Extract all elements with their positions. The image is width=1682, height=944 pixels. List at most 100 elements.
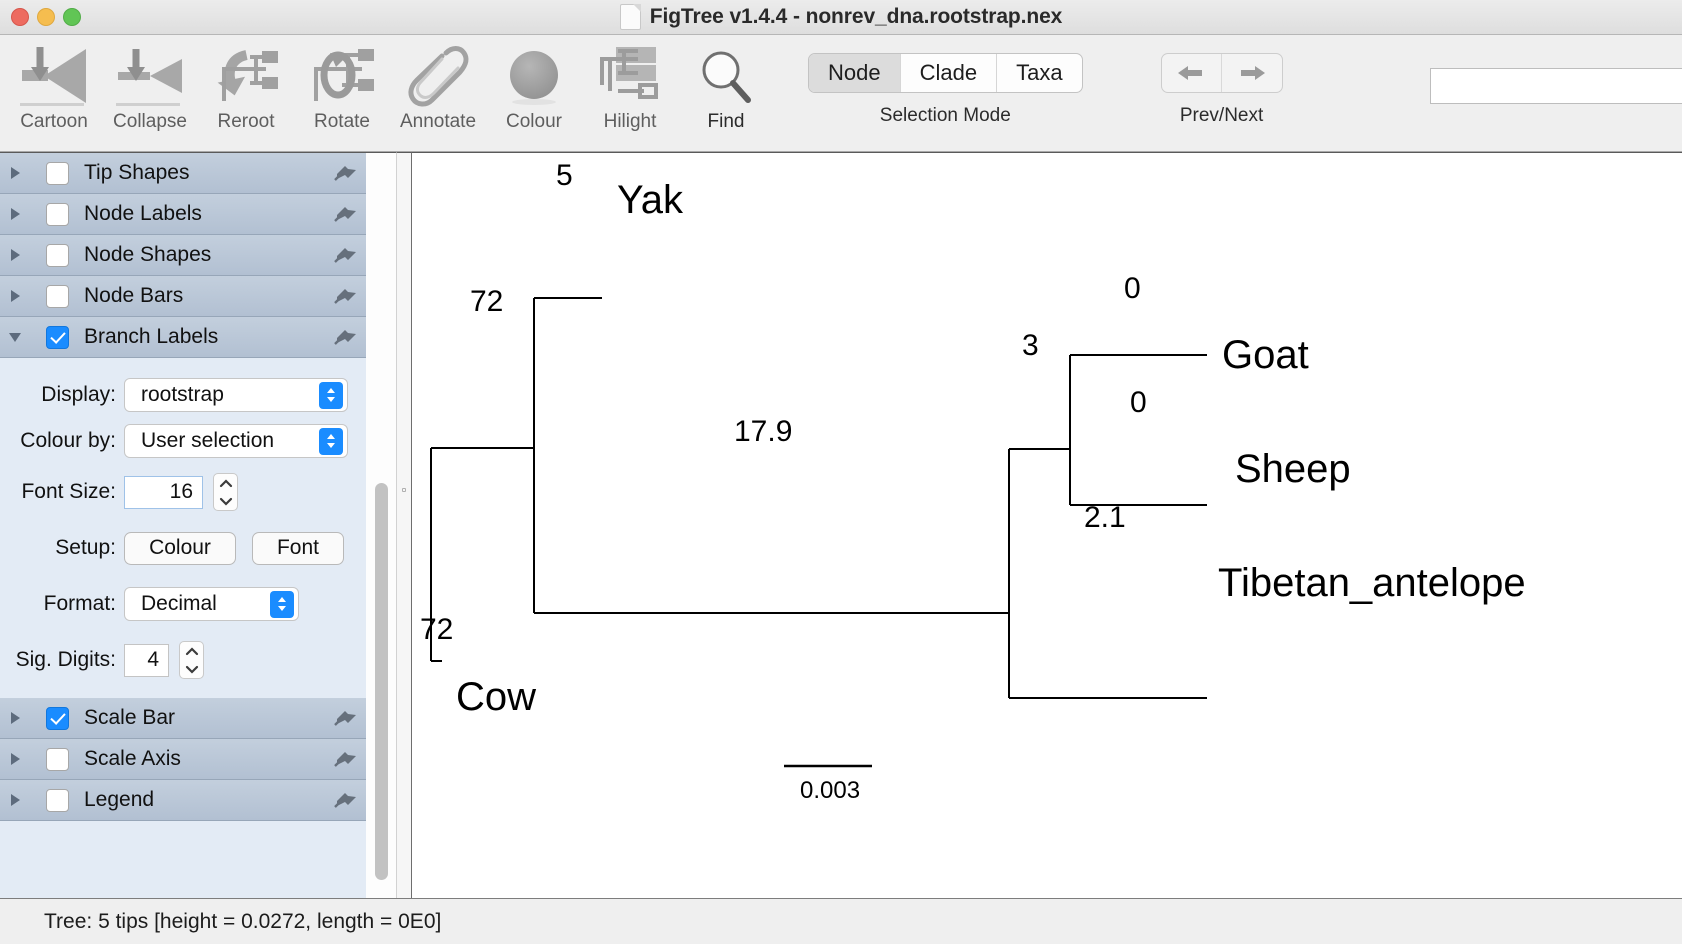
next-button[interactable] <box>1222 54 1282 92</box>
tree-branches <box>429 296 1207 700</box>
pin-icon[interactable] <box>326 327 366 347</box>
panel-splitter[interactable] <box>396 152 412 898</box>
sidebar-section-legend[interactable]: Legend <box>0 780 366 821</box>
checkbox-branch-labels[interactable] <box>46 325 69 349</box>
checkbox-scale-bar[interactable] <box>46 706 69 730</box>
sig-digits-row: Sig. Digits: 4 <box>0 632 366 688</box>
stepper-up-icon <box>219 478 232 487</box>
toolbar-button-reroot[interactable]: Reroot <box>198 35 294 151</box>
tree-branch-labels: 5 72 17.9 0 3 0 2.1 72 <box>420 159 1147 646</box>
font-size-stepper[interactable] <box>213 473 238 511</box>
sidebar-scrollbar[interactable] <box>366 152 396 898</box>
main-toolbar: Cartoon Collapse Reroot Rotate Annotate … <box>0 35 1682 152</box>
checkbox-tip-shapes[interactable] <box>46 161 69 185</box>
checkbox-scale-axis[interactable] <box>46 747 69 771</box>
sig-digits-input[interactable]: 4 <box>124 643 169 677</box>
pin-icon[interactable] <box>326 245 366 265</box>
disclosure-triangle-right-icon[interactable] <box>4 247 26 263</box>
close-button[interactable] <box>11 8 29 26</box>
chevron-updown-icon <box>270 590 294 618</box>
toolbar-button-find[interactable]: Find <box>678 35 774 151</box>
setup-row: Setup: Colour Font <box>0 520 366 576</box>
sig-digits-stepper[interactable] <box>179 641 204 679</box>
colour-by-value: User selection <box>141 429 275 452</box>
sidebar-section-tip-shapes[interactable]: Tip Shapes <box>0 153 366 194</box>
format-label: Format: <box>43 592 116 615</box>
toolbar-label-collapse: Collapse <box>113 111 187 132</box>
display-value: rootstrap <box>141 383 224 406</box>
stepper-down-icon <box>185 665 198 674</box>
selection-mode-node[interactable]: Node <box>809 54 901 92</box>
branch-label-internal: 17.9 <box>734 415 792 448</box>
selection-mode-group: Node Clade Taxa Selection Mode <box>808 35 1083 127</box>
checkbox-legend[interactable] <box>46 788 69 812</box>
toolbar-button-rotate[interactable]: Rotate <box>294 35 390 151</box>
toolbar-label-reroot: Reroot <box>217 111 275 132</box>
pin-icon[interactable] <box>326 163 366 183</box>
splitter-handle[interactable] <box>401 488 408 495</box>
toolbar-button-cartoon[interactable]: Cartoon <box>6 35 102 151</box>
toolbar-button-annotate[interactable]: Annotate <box>390 35 486 151</box>
sidebar-label-legend: Legend <box>84 788 155 811</box>
font-size-label: Font Size: <box>21 480 116 503</box>
disclosure-triangle-right-icon[interactable] <box>4 206 26 222</box>
minimize-button[interactable] <box>37 8 55 26</box>
sidebar-section-node-shapes[interactable]: Node Shapes <box>0 235 366 276</box>
pin-icon[interactable] <box>326 708 366 728</box>
tree-canvas[interactable]: Yak Goat Sheep Tibetan_antelope Cow 5 72… <box>412 152 1682 898</box>
checkbox-node-labels[interactable] <box>46 202 69 226</box>
disclosure-triangle-right-icon[interactable] <box>4 710 26 726</box>
sidebar-label-tip-shapes: Tip Shapes <box>84 161 190 184</box>
format-dropdown[interactable]: Decimal <box>124 587 299 621</box>
pin-icon[interactable] <box>326 204 366 224</box>
tip-label-goat: Goat <box>1222 333 1309 377</box>
sidebar-section-branch-labels[interactable]: Branch Labels <box>0 317 366 358</box>
main-body: Tip Shapes Node Labels Node Shapes Node … <box>0 152 1682 898</box>
disclosure-triangle-right-icon[interactable] <box>4 751 26 767</box>
disclosure-triangle-right-icon[interactable] <box>4 792 26 808</box>
setup-font-button[interactable]: Font <box>252 531 344 565</box>
colour-by-dropdown[interactable]: User selection <box>124 424 348 458</box>
selection-mode-caption: Selection Mode <box>879 105 1011 126</box>
prev-next-control[interactable] <box>1160 53 1283 93</box>
toolbar-button-collapse[interactable]: Collapse <box>102 35 198 151</box>
sidebar-label-node-shapes: Node Shapes <box>84 243 212 266</box>
pin-icon[interactable] <box>326 790 366 810</box>
checkbox-node-shapes[interactable] <box>46 243 69 267</box>
pin-icon[interactable] <box>326 286 366 306</box>
font-size-input[interactable]: 16 <box>124 475 203 509</box>
selection-mode-segmented-control[interactable]: Node Clade Taxa <box>808 53 1083 93</box>
status-bar: Tree: 5 tips [height = 0.0272, length = … <box>0 898 1682 944</box>
checkbox-node-bars[interactable] <box>46 284 69 308</box>
sidebar-section-scale-bar[interactable]: Scale Bar <box>0 698 366 739</box>
next-arrow-icon <box>1240 66 1265 80</box>
disclosure-triangle-right-icon[interactable] <box>4 288 26 304</box>
annotate-icon <box>402 41 474 113</box>
sidebar-scrollbar-thumb[interactable] <box>374 483 388 880</box>
phylogram-svg: Yak Goat Sheep Tibetan_antelope Cow 5 72… <box>420 159 1526 804</box>
disclosure-triangle-right-icon[interactable] <box>4 165 26 181</box>
branch-label-goat: 0 <box>1124 272 1141 305</box>
sidebar-section-node-labels[interactable]: Node Labels <box>0 194 366 235</box>
prev-button[interactable] <box>1162 54 1222 92</box>
branch-label-root: 72 <box>420 613 453 646</box>
pin-icon[interactable] <box>326 749 366 769</box>
window-controls <box>0 8 81 26</box>
selection-mode-taxa[interactable]: Taxa <box>997 54 1081 92</box>
toolbar-label-rotate: Rotate <box>314 111 370 132</box>
stepper-down-icon <box>219 497 232 506</box>
toolbar-button-colour[interactable]: Colour <box>486 35 582 151</box>
sidebar-section-node-bars[interactable]: Node Bars <box>0 276 366 317</box>
tip-label-yak: Yak <box>617 178 684 222</box>
display-dropdown[interactable]: rootstrap <box>124 378 348 412</box>
sidebar-section-scale-axis[interactable]: Scale Axis <box>0 739 366 780</box>
search-input[interactable] <box>1430 68 1682 104</box>
scale-bar-label: 0.003 <box>800 777 860 804</box>
selection-mode-clade[interactable]: Clade <box>901 54 998 92</box>
zoom-button[interactable] <box>63 8 81 26</box>
setup-colour-button[interactable]: Colour <box>124 531 236 565</box>
toolbar-button-hilight[interactable]: Hilight <box>582 35 678 151</box>
disclosure-triangle-down-icon[interactable] <box>4 329 26 345</box>
colour-icon <box>498 41 570 113</box>
document-icon <box>619 4 641 30</box>
